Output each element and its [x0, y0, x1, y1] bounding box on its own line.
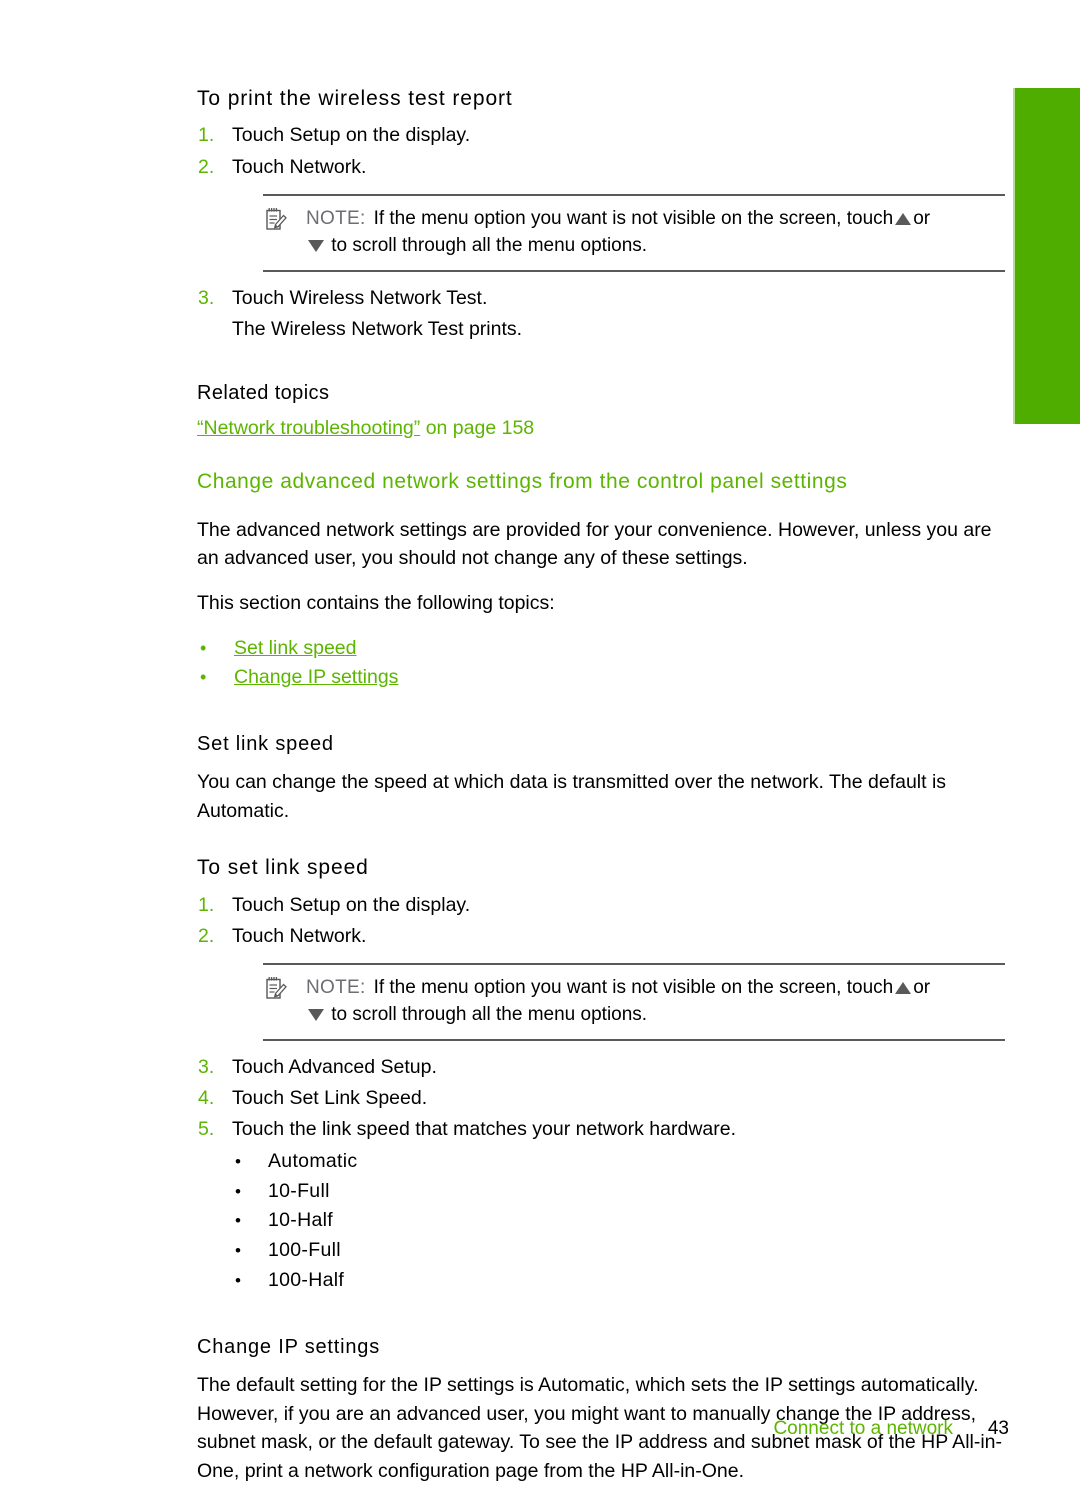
- down-triangle-icon: [308, 1009, 324, 1021]
- step-text: Touch Set Link Speed.: [232, 1087, 428, 1110]
- section-heading-change-advanced-network-settings: Change advanced network settings from th…: [197, 470, 848, 494]
- step-text: Touch Network.: [232, 924, 367, 947]
- procedure-heading-print-wireless-test: To print the wireless test report: [197, 87, 513, 110]
- speed-option-label: 10-Full: [268, 1179, 330, 1202]
- page-footer: Connect to a network 43: [197, 1418, 1009, 1440]
- note-label: NOTE:: [306, 977, 366, 999]
- step-number: 5.: [198, 1118, 215, 1141]
- step-number: 1.: [198, 893, 215, 916]
- footer-page-number: 43: [987, 1418, 1009, 1439]
- note-text-between: or: [913, 207, 931, 229]
- steps-list-print-wireless-test-cont: 3. Touch Wireless Network Test.: [197, 284, 1009, 313]
- step-number: 3.: [198, 1055, 215, 1078]
- note-block: NOTE: If the menu option you want is not …: [263, 193, 1005, 272]
- subsection-heading-set-link-speed: Set link speed: [197, 732, 334, 755]
- step-item: 1. Touch Setup on the display.: [197, 891, 1009, 920]
- note-pad-pencil-icon: [266, 207, 287, 230]
- speed-options-list: • Automatic • 10-Full • 10-Half • 100-Fu…: [197, 1147, 1009, 1296]
- note-text-before: If the menu option you want is not visib…: [373, 977, 894, 999]
- step-number: 2.: [198, 924, 215, 947]
- down-triangle-icon: [308, 239, 324, 252]
- page-content: To print the wireless test report 1. Tou…: [197, 86, 1009, 1485]
- note-pad-pencil-icon: [266, 977, 287, 999]
- step-result-text: The Wireless Network Test prints.: [232, 317, 523, 340]
- step-item: 3. Touch Advanced Setup.: [197, 1053, 1009, 1082]
- bullet-icon: •: [235, 1181, 242, 1201]
- step-number: 3.: [198, 286, 215, 309]
- footer-chapter-title: Connect to a network: [773, 1418, 953, 1439]
- list-item: • 100-Full: [197, 1236, 1009, 1266]
- list-item: • Set link speed: [197, 634, 1009, 664]
- list-item: • 10-Full: [197, 1177, 1009, 1207]
- list-item: • Automatic: [197, 1147, 1009, 1177]
- list-item: • 100-Half: [197, 1266, 1009, 1296]
- step-text: Touch the link speed that matches your n…: [232, 1118, 737, 1141]
- bullet-icon: •: [200, 637, 207, 658]
- step-text: Touch Setup on the display.: [232, 893, 471, 916]
- step-number: 4.: [198, 1087, 215, 1110]
- step-item: 4. Touch Set Link Speed.: [197, 1084, 1009, 1113]
- step-item: 3. Touch Wireless Network Test.: [197, 284, 1009, 313]
- side-tab-finish-setup: Finish setup: [993, 88, 1080, 424]
- speed-option-label: Automatic: [268, 1149, 358, 1172]
- topic-links-list: • Set link speed • Change IP settings: [197, 634, 1009, 693]
- document-page: Finish setup To print the wireless test …: [0, 0, 1080, 1495]
- link-network-troubleshooting[interactable]: “Network troubleshooting”: [197, 417, 420, 439]
- bullet-icon: •: [200, 667, 207, 688]
- up-triangle-icon: [895, 982, 912, 995]
- step-text: Touch Advanced Setup.: [232, 1055, 437, 1078]
- link-set-link-speed[interactable]: Set link speed: [234, 637, 357, 659]
- link-change-ip-settings[interactable]: Change IP settings: [234, 666, 398, 688]
- bullet-icon: •: [235, 1241, 242, 1261]
- note-label: NOTE:: [306, 207, 366, 229]
- note-content: NOTE: If the menu option you want is not …: [263, 206, 1005, 260]
- note-text-after: to scroll through all the menu options.: [331, 234, 648, 256]
- step-text: Touch Setup on the display.: [232, 124, 471, 147]
- cross-reference-suffix: on page 158: [420, 417, 535, 440]
- step-number: 2.: [198, 155, 215, 178]
- steps-list-set-link-speed: 1. Touch Setup on the display. 2. Touch …: [197, 891, 1009, 952]
- related-topics-heading: Related topics: [197, 382, 330, 405]
- step-text: Touch Network.: [232, 155, 367, 178]
- step-item: 2. Touch Network.: [197, 153, 1009, 182]
- section-paragraph-2: This section contains the following topi…: [197, 592, 555, 615]
- steps-list-print-wireless-test: 1. Touch Setup on the display. 2. Touch …: [197, 121, 1009, 182]
- step-item: 1. Touch Setup on the display.: [197, 121, 1009, 150]
- note-text-between: or: [913, 977, 931, 999]
- set-link-speed-paragraph: You can change the speed at which data i…: [197, 770, 947, 822]
- note-content: NOTE: If the menu option you want is not …: [263, 975, 1005, 1029]
- steps-list-set-link-speed-cont: 3. Touch Advanced Setup. 4. Touch Set Li…: [197, 1053, 1009, 1145]
- note-text-before: If the menu option you want is not visib…: [373, 207, 894, 229]
- step-item: 2. Touch Network.: [197, 922, 1009, 951]
- note-text-after: to scroll through all the menu options.: [331, 1004, 648, 1025]
- step-number: 1.: [198, 124, 215, 147]
- procedure-heading-to-set-link-speed: To set link speed: [197, 856, 369, 880]
- bullet-icon: •: [235, 1271, 242, 1291]
- section-paragraph-1: The advanced network settings are provid…: [197, 518, 992, 570]
- bullet-icon: •: [235, 1151, 242, 1171]
- cross-reference: “Network troubleshooting” on page 158: [197, 414, 1009, 442]
- step-item: 5. Touch the link speed that matches you…: [197, 1115, 1009, 1144]
- step-text: Touch Wireless Network Test.: [232, 286, 488, 309]
- note-block: NOTE: If the menu option you want is not …: [263, 963, 1005, 1041]
- up-triangle-icon: [895, 212, 912, 225]
- list-item: • 10-Half: [197, 1206, 1009, 1236]
- bullet-icon: •: [235, 1211, 242, 1231]
- speed-option-label: 100-Half: [268, 1269, 345, 1292]
- speed-option-label: 10-Half: [268, 1209, 333, 1232]
- subsection-heading-change-ip-settings: Change IP settings: [197, 1335, 381, 1358]
- list-item: • Change IP settings: [197, 663, 1009, 693]
- speed-option-label: 100-Full: [268, 1239, 341, 1262]
